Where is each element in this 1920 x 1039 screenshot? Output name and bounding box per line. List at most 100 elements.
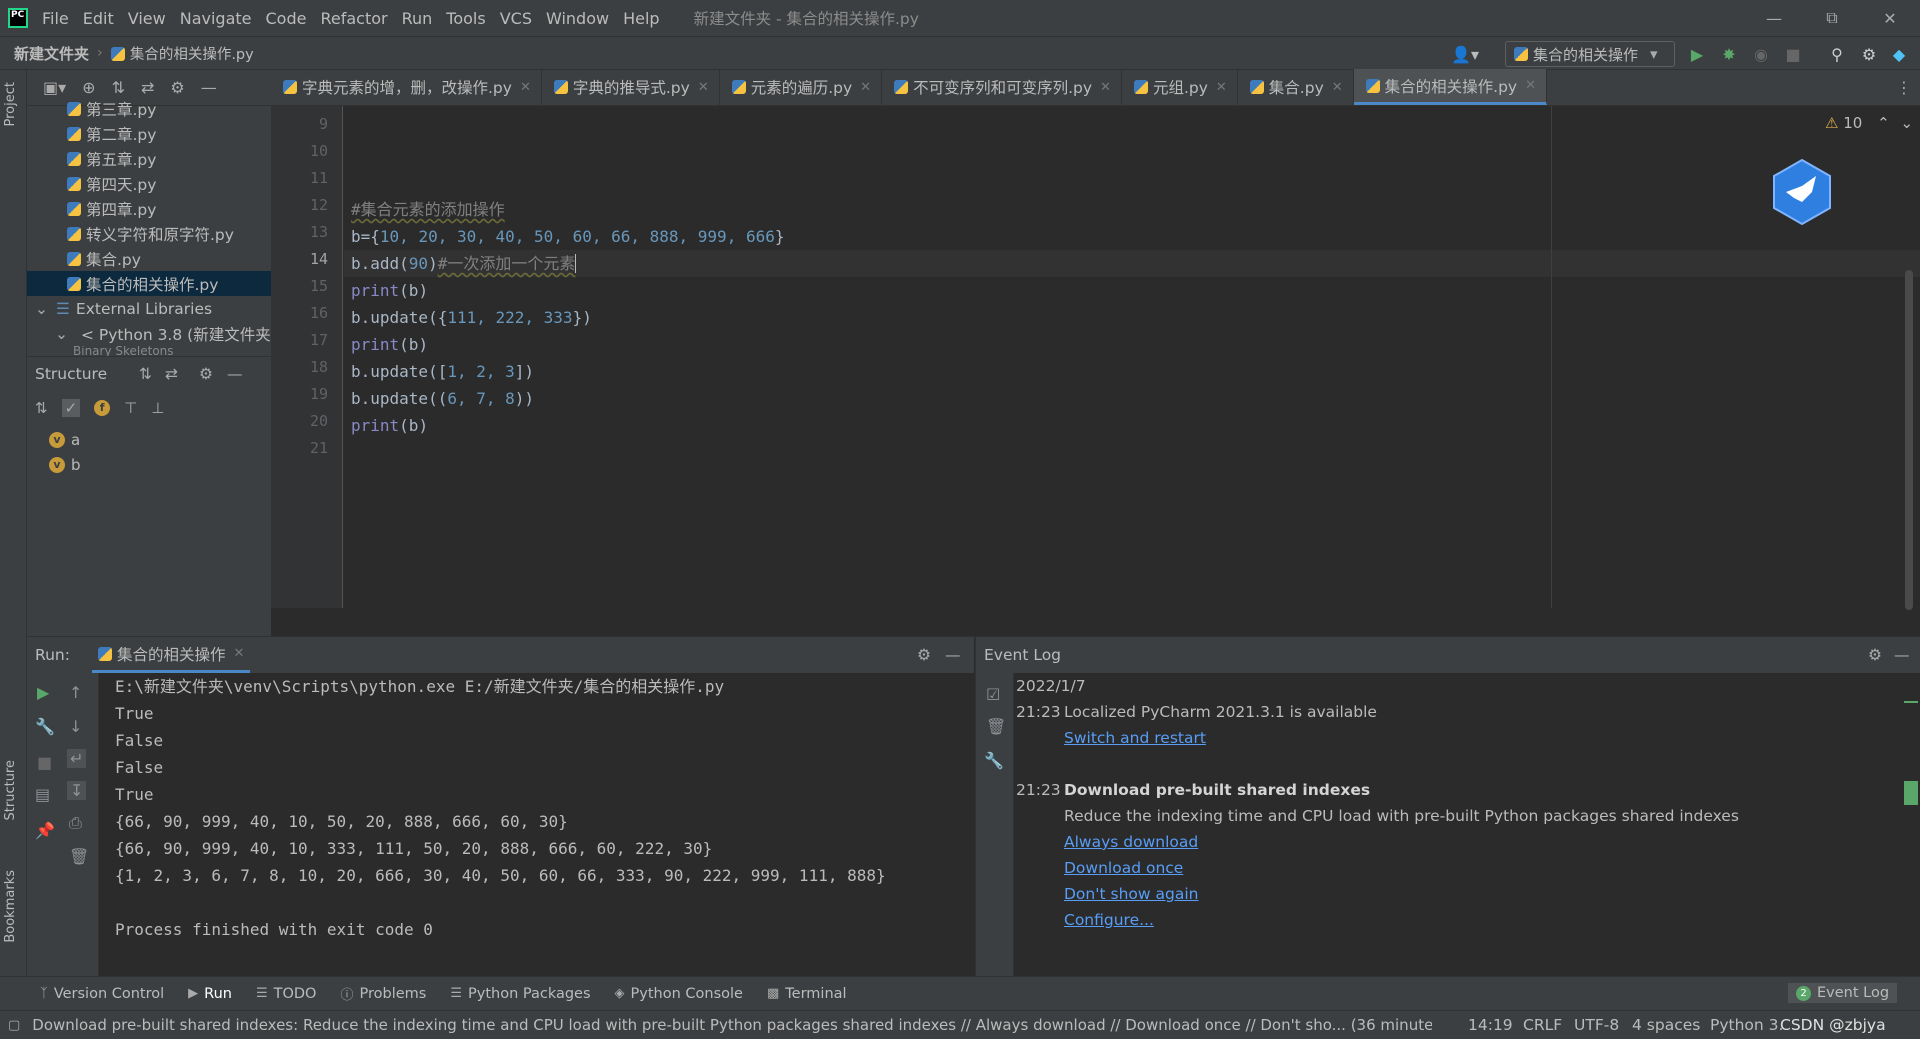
tab-version-control[interactable]: ᛉ Version Control — [40, 986, 164, 1002]
stop-icon[interactable]: ■ — [1784, 45, 1802, 64]
gear-icon[interactable]: ⚙ — [917, 646, 931, 664]
structure-item[interactable]: va — [49, 431, 80, 449]
toolbox-icon[interactable]: ◆ — [1890, 45, 1908, 64]
gear-icon[interactable]: ⚙ — [199, 365, 213, 383]
expand-all-icon[interactable]: ⇅ — [139, 365, 152, 383]
expand-all-icon[interactable]: ⇅ — [112, 78, 125, 97]
chevron-up-icon[interactable]: ⌃ — [1877, 114, 1890, 132]
editor-tab[interactable]: 字典元素的增，删，改操作.py ✕ — [271, 69, 542, 105]
configure-link[interactable]: Configure... — [1064, 911, 1154, 929]
mark-read-icon[interactable]: ☑ — [986, 685, 1000, 704]
expand-icon[interactable]: ⊤ — [124, 399, 137, 417]
tree-item[interactable]: 转义字符和原字符.py — [67, 221, 267, 246]
menu-run[interactable]: Run — [402, 9, 433, 28]
tree-item-selected[interactable]: 集合的相关操作.py — [27, 271, 271, 296]
tree-item-external-libraries[interactable]: ⌄ ☰ External Libraries — [35, 296, 271, 321]
inspection-widget[interactable]: ⚠ 10 ⌃ ⌄ — [1825, 114, 1913, 132]
tab-event-log[interactable]: 2 Event Log — [1788, 983, 1898, 1003]
menu-vcs[interactable]: VCS — [500, 9, 532, 28]
editor-tab-active[interactable]: 集合的相关操作.py ✕ — [1353, 69, 1548, 105]
hide-panel-icon[interactable]: — — [1894, 646, 1910, 664]
download-once-link[interactable]: Download once — [1064, 859, 1183, 877]
tree-item[interactable]: 第四章.py — [67, 196, 267, 221]
collapse-icon[interactable]: ⊥ — [151, 399, 164, 417]
always-download-link[interactable]: Always download — [1064, 833, 1198, 851]
tree-item[interactable]: 集合.py — [67, 246, 267, 271]
bookmarks-side-tab[interactable]: Bookmarks — [3, 870, 18, 943]
code-editor[interactable]: #集合元素的添加操作 b={10, 20, 30, 40, 50, 60, 66… — [344, 106, 1920, 608]
tab-terminal[interactable]: ▩ Terminal — [767, 986, 847, 1002]
hide-panel-icon[interactable]: — — [227, 365, 243, 383]
locate-icon[interactable]: ⊕ — [82, 78, 95, 97]
switch-restart-link[interactable]: Switch and restart — [1064, 729, 1206, 747]
tab-run[interactable]: ▶ Run — [188, 986, 232, 1002]
tab-python-console[interactable]: ◈ Python Console — [615, 986, 743, 1002]
editor-tab[interactable]: 元素的遍历.py ✕ — [720, 69, 883, 105]
trash-icon[interactable]: 🗑 — [986, 717, 1006, 736]
close-icon[interactable]: ✕ — [860, 80, 871, 95]
scroll-to-end-icon[interactable]: ↧ — [67, 781, 87, 800]
toggle-tool-windows-icon[interactable]: ▢ — [8, 1018, 20, 1033]
tree-item[interactable]: 第三章.py — [67, 96, 267, 121]
menu-file[interactable]: File — [42, 9, 69, 28]
tab-todo[interactable]: ☰ TODO — [256, 986, 317, 1002]
run-tab[interactable]: 集合的相关操作 ✕ — [91, 637, 251, 673]
close-icon[interactable]: ✕ — [1216, 80, 1227, 95]
arrow-down-icon[interactable]: ↓ — [69, 717, 82, 736]
search-icon[interactable]: ⚲ — [1828, 45, 1846, 64]
chevron-down-icon[interactable]: ⌄ — [1900, 114, 1913, 132]
bird-plugin-icon[interactable] — [1772, 158, 1832, 226]
sort-alpha-icon[interactable]: ⇅ — [35, 399, 48, 417]
run-config-select[interactable]: 集合的相关操作 ▾ — [1505, 41, 1675, 67]
stop-icon[interactable]: ■ — [37, 753, 52, 772]
gear-icon[interactable]: ⚙ — [170, 78, 184, 97]
collapse-all-icon[interactable]: ⇄ — [141, 78, 154, 97]
status-message[interactable]: Download pre-built shared indexes: Reduc… — [32, 1016, 1432, 1034]
menu-navigate[interactable]: Navigate — [180, 9, 252, 28]
caret-position[interactable]: 14:19 — [1468, 1016, 1513, 1034]
layout-icon[interactable]: ▤ — [35, 785, 50, 804]
project-side-tab[interactable]: Project — [3, 82, 18, 126]
editor-tab[interactable]: 不可变序列和可变序列.py ✕ — [882, 69, 1122, 105]
menu-edit[interactable]: Edit — [83, 9, 114, 28]
minimize-button[interactable]: — — [1746, 0, 1802, 36]
tree-item-binary-skeletons[interactable]: Binary Skeletons — [73, 346, 271, 356]
hide-panel-icon[interactable]: — — [945, 646, 961, 664]
close-icon[interactable]: ✕ — [1100, 80, 1111, 95]
editor-tab[interactable]: 字典的推导式.py ✕ — [542, 69, 720, 105]
close-icon[interactable]: ✕ — [698, 80, 709, 95]
indent-setting[interactable]: 4 spaces — [1632, 1016, 1700, 1034]
menu-tools[interactable]: Tools — [446, 9, 485, 28]
editor-tab[interactable]: 元组.py ✕ — [1122, 69, 1238, 105]
user-icon[interactable]: 👤▾ — [1448, 45, 1482, 64]
pin-icon[interactable]: 📌 — [35, 821, 55, 840]
tree-item-python-sdk[interactable]: ⌄ < Python 3.8 (新建文件夹) — [55, 321, 271, 346]
file-encoding[interactable]: UTF-8 — [1574, 1016, 1619, 1034]
collapse-all-icon[interactable]: ⇄ — [165, 365, 178, 383]
menu-help[interactable]: Help — [623, 9, 659, 28]
tab-python-packages[interactable]: ☰ Python Packages — [450, 986, 590, 1002]
menu-refactor[interactable]: Refactor — [320, 9, 387, 28]
menu-window[interactable]: Window — [546, 9, 609, 28]
line-separator[interactable]: CRLF — [1523, 1016, 1562, 1034]
show-inherited-icon[interactable]: ✓ — [61, 399, 81, 417]
close-icon[interactable]: ✕ — [1525, 78, 1536, 93]
run-icon[interactable]: ▶ — [1688, 45, 1706, 64]
arrow-up-icon[interactable]: ↑ — [69, 683, 82, 702]
menu-code[interactable]: Code — [266, 9, 307, 28]
more-tabs-icon[interactable]: ⋮ — [1896, 78, 1912, 97]
tree-item[interactable]: 第二章.py — [67, 121, 267, 146]
soft-wrap-icon[interactable]: ↵ — [67, 749, 87, 768]
python-interpreter[interactable]: Python 3. — [1710, 1016, 1783, 1034]
close-icon[interactable]: ✕ — [1332, 80, 1343, 95]
tab-problems[interactable]: ⓘ Problems — [340, 984, 426, 1004]
menu-view[interactable]: View — [128, 9, 166, 28]
wrench-icon[interactable]: 🔧 — [35, 717, 55, 736]
structure-item[interactable]: vb — [49, 456, 81, 474]
structure-side-tab[interactable]: Structure — [3, 760, 18, 820]
close-icon[interactable]: ✕ — [520, 80, 531, 95]
hide-panel-icon[interactable]: — — [201, 78, 217, 97]
show-fields-icon[interactable]: f — [94, 400, 111, 416]
debug-icon[interactable]: ✸ — [1720, 45, 1738, 64]
tree-item[interactable]: 第四天.py — [67, 171, 267, 196]
